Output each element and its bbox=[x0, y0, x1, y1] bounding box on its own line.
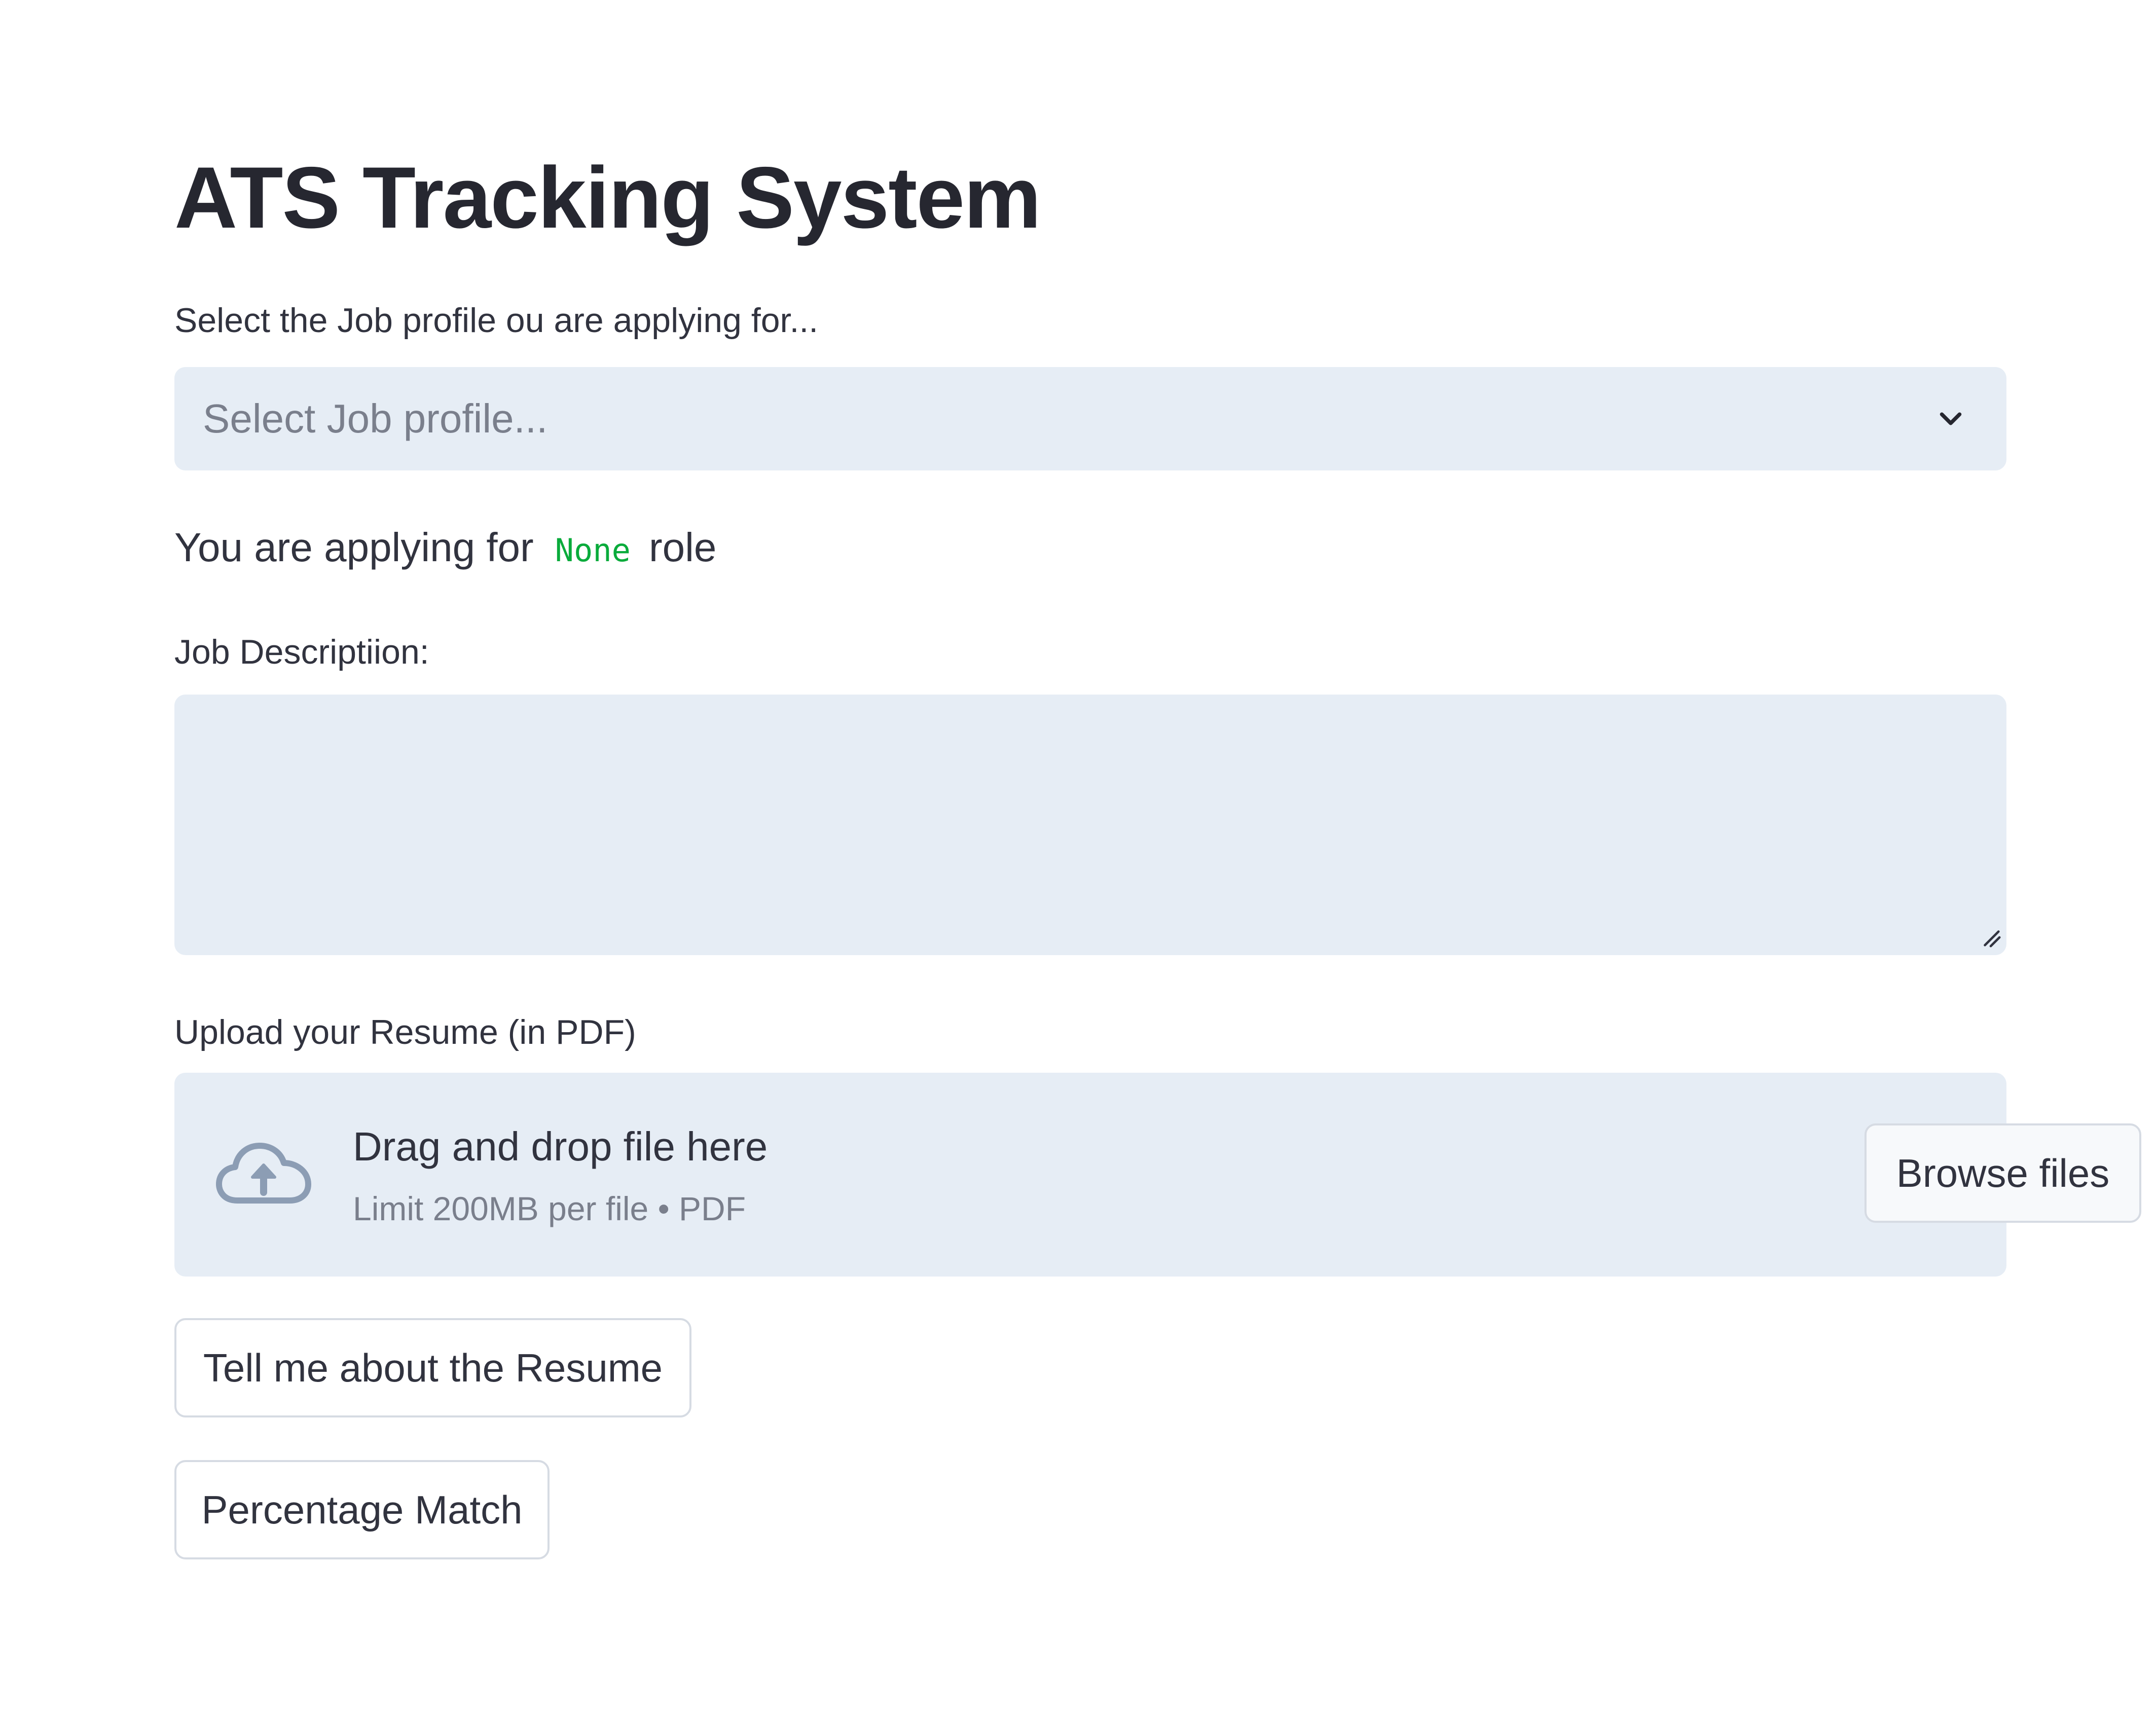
chevron-down-icon bbox=[1940, 412, 1962, 425]
job-description-label: Job Descriptiion: bbox=[174, 633, 429, 671]
dropzone-title: Drag and drop file here bbox=[353, 1124, 768, 1169]
job-description-textarea[interactable] bbox=[174, 695, 2006, 955]
page-title: ATS Tracking System bbox=[174, 149, 1041, 246]
job-profile-placeholder: Select Job profile... bbox=[203, 396, 548, 441]
applying-role-value: None bbox=[555, 532, 631, 569]
resize-handle-icon[interactable] bbox=[1979, 926, 2002, 949]
cloud-upload-icon bbox=[216, 1143, 311, 1204]
browse-files-button[interactable]: Browse files bbox=[1865, 1123, 2141, 1223]
job-profile-label: Select the Job profile ou are applying f… bbox=[174, 301, 819, 340]
upload-label: Upload your Resume (in PDF) bbox=[174, 1013, 636, 1051]
dropzone-hint: Limit 200MB per file • PDF bbox=[353, 1190, 746, 1227]
job-profile-select[interactable]: Select Job profile... bbox=[174, 367, 2006, 470]
applying-prefix: You are applying for bbox=[174, 525, 534, 570]
percentage-match-button[interactable]: Percentage Match bbox=[174, 1460, 550, 1559]
resume-dropzone[interactable]: Drag and drop file here Limit 200MB per … bbox=[174, 1073, 2141, 1277]
applying-role-text: You are applying for None role bbox=[174, 522, 716, 573]
tell-about-resume-button[interactable]: Tell me about the Resume bbox=[174, 1318, 691, 1417]
applying-suffix: role bbox=[648, 525, 717, 570]
